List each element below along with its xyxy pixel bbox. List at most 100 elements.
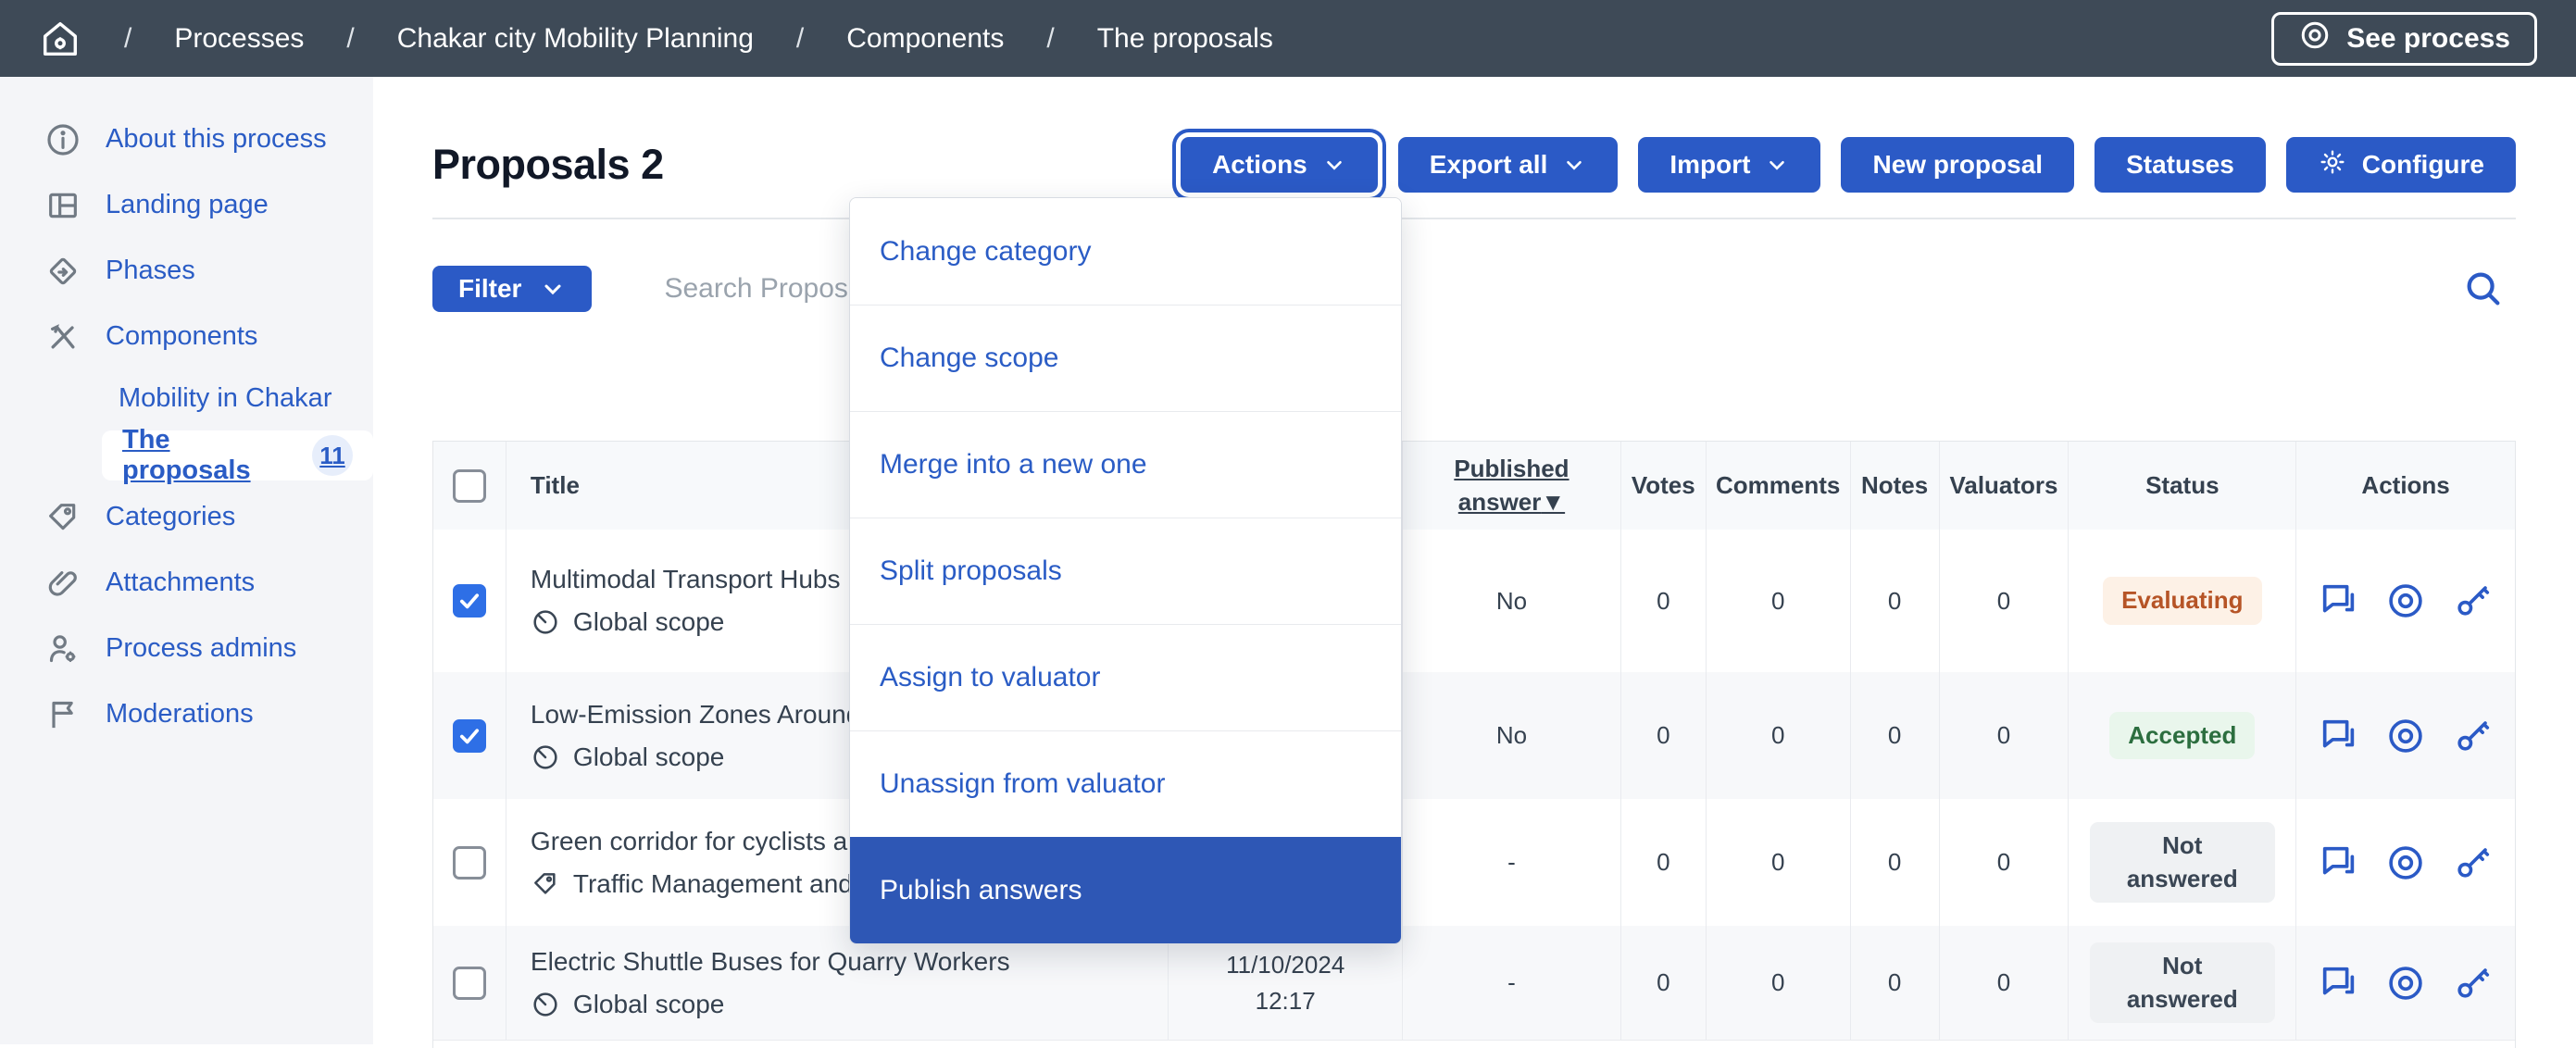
layout-grid-icon <box>44 187 81 224</box>
preview-eye-icon[interactable] <box>2384 842 2427 884</box>
valuators-count: 0 <box>1938 672 2069 799</box>
comments-count: 0 <box>1705 530 1850 672</box>
header-divider <box>432 218 2516 219</box>
permissions-key-icon[interactable] <box>2451 580 2494 622</box>
info-circle-icon <box>44 121 81 158</box>
breadcrumb-separator: / <box>124 22 132 54</box>
row-checkbox[interactable] <box>452 718 486 753</box>
proposal-scope: Global scope <box>572 989 725 1018</box>
topbar: / Processes / Chakar city Mobility Plann… <box>0 0 2576 77</box>
answer-chat-icon[interactable] <box>2318 842 2360 884</box>
page-header: Proposals 2 Actions Export all Import Ne… <box>432 136 2516 193</box>
notes-count: 0 <box>1849 530 1939 672</box>
preview-eye-icon[interactable] <box>2384 962 2427 1004</box>
published-answer-value: No <box>1402 530 1620 672</box>
answer-chat-icon[interactable] <box>2318 715 2360 757</box>
proposals-table: Title Published answer▼ Votes Comments N… <box>432 441 2516 1048</box>
actions-button[interactable]: Actions <box>1181 137 1378 193</box>
forbid-circle-icon <box>533 992 557 1017</box>
eye-icon <box>2298 19 2332 59</box>
import-button[interactable]: Import <box>1638 137 1821 193</box>
export-all-button[interactable]: Export all <box>1397 137 1619 193</box>
forbid-circle-icon <box>533 744 557 769</box>
column-header-status: Status <box>2068 442 2295 530</box>
answer-chat-icon[interactable] <box>2318 962 2360 1004</box>
menu-item-change-category[interactable]: Change category <box>850 198 1401 305</box>
status-badge: Accepted <box>2109 711 2256 760</box>
paperclip-icon <box>44 565 81 602</box>
menu-item-merge-into-new[interactable]: Merge into a new one <box>850 411 1401 518</box>
comments-count: 0 <box>1705 799 1850 926</box>
chevron-down-icon <box>1562 153 1586 177</box>
select-all-checkbox[interactable] <box>452 468 486 503</box>
menu-item-assign-to-valuator[interactable]: Assign to valuator <box>850 624 1401 730</box>
proposal-title[interactable]: Low-Emission Zones Around I <box>531 700 875 730</box>
breadcrumb-processes[interactable]: Processes <box>174 23 304 55</box>
votes-count: 0 <box>1619 799 1706 926</box>
sidebar-item-the-proposals[interactable]: The proposals 11 <box>0 425 373 485</box>
published-answer-value: No <box>1402 672 1620 799</box>
sidebar-item-landing-page[interactable]: Landing page <box>0 172 373 238</box>
breadcrumb-separator: / <box>795 22 805 54</box>
sidebar-item-categories[interactable]: Categories <box>0 484 373 550</box>
home-gear-icon[interactable] <box>39 18 81 60</box>
tag-icon <box>533 872 556 894</box>
preview-eye-icon[interactable] <box>2384 715 2427 757</box>
permissions-key-icon[interactable] <box>2451 962 2494 1004</box>
permissions-key-icon[interactable] <box>2451 715 2494 757</box>
table-row: Low-Emission Zones Around I Global scope… <box>433 672 2515 799</box>
row-checkbox[interactable] <box>452 966 486 1000</box>
configure-button[interactable]: Configure <box>2285 137 2516 193</box>
row-checkbox[interactable] <box>452 845 486 880</box>
row-checkbox[interactable] <box>452 584 486 618</box>
proposal-title[interactable]: Multimodal Transport Hubs <box>531 565 841 594</box>
table-row: Multimodal Transport Hubs Global scope N… <box>433 530 2515 672</box>
breadcrumb-process-name[interactable]: Chakar city Mobility Planning <box>397 23 754 55</box>
permissions-key-icon[interactable] <box>2451 842 2494 884</box>
sidebar-item-process-admins[interactable]: Process admins <box>0 616 373 681</box>
column-header-published-answer[interactable]: Published answer▼ <box>1402 442 1620 530</box>
preview-eye-icon[interactable] <box>2384 580 2427 622</box>
status-badge: Not answered <box>2089 822 2275 903</box>
menu-item-change-scope[interactable]: Change scope <box>850 305 1401 411</box>
page-title: Proposals 2 <box>432 141 664 188</box>
sidebar-item-moderations[interactable]: Moderations <box>0 681 373 747</box>
menu-item-unassign-from-valuator[interactable]: Unassign from valuator <box>850 730 1401 837</box>
breadcrumb-components[interactable]: Components <box>846 23 1004 55</box>
proposal-scope: Global scope <box>572 742 725 771</box>
sidebar-item-components[interactable]: Components <box>0 304 373 369</box>
sidebar-item-about[interactable]: About this process <box>0 106 373 172</box>
menu-item-split-proposals[interactable]: Split proposals <box>850 518 1401 624</box>
table-row: Green corridor for cyclists and Traffic … <box>433 799 2515 926</box>
proposal-scope: Global scope <box>572 607 725 636</box>
notes-count: 0 <box>1849 672 1939 799</box>
breadcrumb-separator: / <box>346 22 355 54</box>
search-icon[interactable] <box>2462 268 2505 310</box>
breadcrumb-the-proposals[interactable]: The proposals <box>1097 23 1273 55</box>
votes-count: 0 <box>1619 672 1706 799</box>
proposal-title[interactable]: Electric Shuttle Buses for Quarry Worker… <box>531 947 1010 977</box>
filter-row: Filter <box>432 266 2516 312</box>
new-proposal-button[interactable]: New proposal <box>1841 137 2075 193</box>
chevron-down-icon <box>1322 153 1346 177</box>
column-header-valuators: Valuators <box>1938 442 2069 530</box>
tag-icon <box>44 499 81 536</box>
main-content: Proposals 2 Actions Export all Import Ne… <box>373 77 2576 1048</box>
sidebar-item-phases[interactable]: Phases <box>0 238 373 304</box>
proposal-title[interactable]: Green corridor for cyclists and <box>531 827 876 856</box>
table-row: Electric Shuttle Buses for Quarry Worker… <box>433 926 2515 1040</box>
sidebar-item-attachments[interactable]: Attachments <box>0 550 373 616</box>
forbid-circle-icon <box>533 610 557 634</box>
sidebar-item-mobility-in-chakar[interactable]: Mobility in Chakar <box>0 369 373 427</box>
flag-icon <box>44 696 81 733</box>
search-input[interactable] <box>664 273 855 305</box>
see-process-button[interactable]: See process <box>2271 11 2537 66</box>
answer-chat-icon[interactable] <box>2318 580 2360 622</box>
status-badge: Not answered <box>2089 942 2275 1023</box>
notes-count: 0 <box>1849 799 1939 926</box>
chevron-down-icon <box>540 276 566 302</box>
filter-button[interactable]: Filter <box>432 266 593 312</box>
menu-item-publish-answers[interactable]: Publish answers <box>850 837 1401 943</box>
statuses-button[interactable]: Statuses <box>2095 137 2266 193</box>
user-gear-icon <box>44 630 81 667</box>
